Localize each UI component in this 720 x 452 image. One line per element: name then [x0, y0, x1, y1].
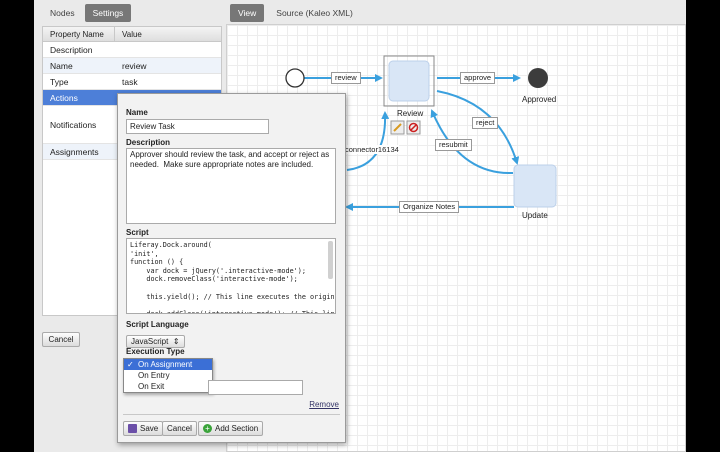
save-icon [128, 424, 137, 433]
property-grid-header: Property Name Value [43, 27, 221, 42]
right-tab-bar: View Source (Kaleo XML) [230, 4, 361, 22]
left-tab-bar: Nodes Settings [42, 4, 132, 22]
property-value[interactable]: task [115, 74, 138, 89]
node-label-update: Update [522, 211, 548, 220]
cancel-button[interactable]: Cancel [42, 332, 80, 347]
property-row-description[interactable]: Description [43, 42, 221, 58]
property-name: Notifications [50, 120, 97, 130]
property-value[interactable] [115, 42, 122, 57]
column-header-value[interactable]: Value [115, 27, 142, 41]
review-task-node[interactable] [388, 60, 430, 102]
remove-link[interactable]: Remove [309, 400, 339, 409]
action-editor-popup: Name Review Task Description Approver sh… [117, 93, 346, 443]
tab-settings[interactable]: Settings [84, 4, 132, 22]
name-label: Name [126, 108, 148, 117]
script-label: Script [126, 228, 149, 237]
property-name: Assignments [50, 147, 99, 157]
description-label: Description [126, 138, 171, 147]
connector-16134[interactable] [346, 111, 390, 171]
cancel-button[interactable]: Cancel [162, 421, 197, 436]
execution-type-label: Execution Type [126, 347, 185, 356]
script-scrollbar[interactable] [328, 241, 333, 279]
execution-option-on-exit[interactable]: On Exit [124, 381, 212, 392]
start-node[interactable] [285, 68, 305, 88]
add-section-button[interactable]: + Add Section [198, 421, 264, 436]
node-label-approved: Approved [522, 95, 557, 104]
save-button[interactable]: Save [123, 421, 164, 436]
add-icon: + [203, 424, 212, 433]
connector-label-resubmit[interactable]: resubmit [435, 139, 472, 151]
select-arrows-icon: ⇕ [170, 337, 180, 346]
property-value[interactable]: review [115, 58, 147, 73]
checkmark-icon: ✓ [127, 360, 134, 369]
node-label-review: Review [397, 109, 424, 118]
execution-option-on-entry[interactable]: On Entry [124, 370, 212, 381]
script-language-label: Script Language [126, 320, 189, 329]
property-name: Actions [50, 93, 78, 103]
hidden-input[interactable] [208, 380, 303, 395]
property-row-type[interactable]: Type task [43, 74, 221, 90]
description-textarea[interactable]: Approver should review the task, and acc… [126, 148, 336, 224]
script-code: Liferay.Dock.around( 'init', function ()… [130, 241, 335, 313]
column-header-property-name[interactable]: Property Name [43, 27, 115, 41]
connector-label-review[interactable]: review [331, 72, 361, 84]
tab-view[interactable]: View [230, 4, 265, 22]
divider [123, 414, 340, 415]
connector-label-reject[interactable]: reject [472, 117, 499, 129]
update-task-node[interactable] [513, 164, 557, 208]
script-editor[interactable]: Liferay.Dock.around( 'init', function ()… [126, 238, 336, 314]
property-name: Name [50, 61, 73, 71]
connector-label-organize-notes[interactable]: Organize Notes [399, 201, 460, 213]
tab-nodes[interactable]: Nodes [42, 4, 83, 22]
connector-label-approve[interactable]: approve [460, 72, 496, 84]
execution-option-on-assignment[interactable]: ✓ On Assignment [124, 359, 212, 370]
property-name: Description [50, 45, 93, 55]
execution-type-dropdown[interactable]: ✓ On Assignment On Entry On Exit [123, 358, 213, 393]
property-row-name[interactable]: Name review [43, 58, 221, 74]
property-name: Type [50, 77, 69, 87]
tab-source-kaleo-xml[interactable]: Source (Kaleo XML) [268, 4, 361, 22]
name-input[interactable]: Review Task [126, 119, 269, 134]
connector-label-16134[interactable]: connector16134 [345, 145, 399, 154]
workflow-designer: Nodes Settings Property Name Value Descr… [34, 0, 686, 452]
script-language-value: JavaScript [131, 337, 169, 346]
approved-end-node[interactable] [528, 68, 548, 88]
